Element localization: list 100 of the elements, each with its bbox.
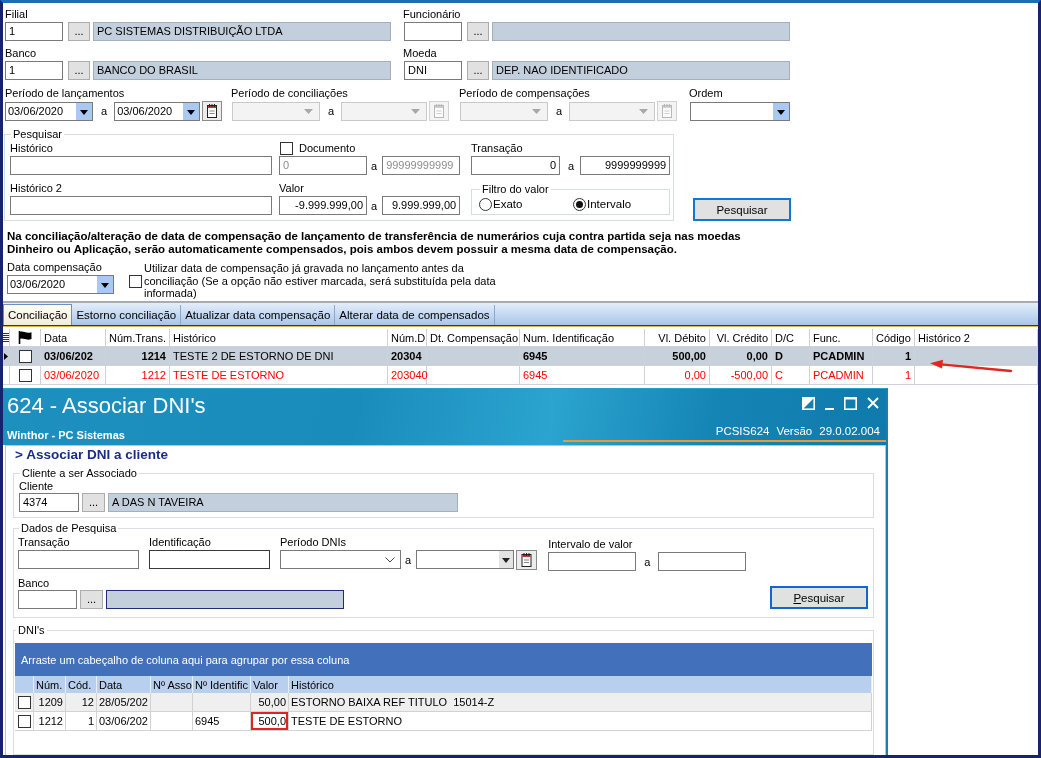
date-combo[interactable]: [280, 550, 401, 569]
checkbox[interactable]: [17, 695, 31, 709]
tab[interactable]: Alterar data de compensados: [335, 305, 495, 325]
chevron-down-icon[interactable]: [385, 556, 395, 563]
checkbox[interactable]: [17, 714, 31, 728]
lookup-button[interactable]: ...: [82, 493, 105, 512]
range-separator: a: [644, 555, 651, 568]
text-field[interactable]: 9999999999: [580, 156, 671, 175]
order-combo[interactable]: [690, 101, 790, 121]
row-indicator-icon: [4, 352, 8, 360]
checkbox[interactable]: [129, 275, 142, 288]
field-label: Período DNIs: [280, 535, 347, 549]
column-header[interactable]: Func.: [813, 331, 841, 344]
column-header[interactable]: Histórico: [173, 331, 216, 344]
column-header[interactable]: Vl. Crédito: [716, 331, 768, 344]
flag-icon[interactable]: [18, 331, 32, 344]
range-separator: a: [371, 199, 378, 212]
table-cell: 1214: [141, 350, 166, 362]
column-header[interactable]: Núm.D: [391, 331, 426, 344]
tab[interactable]: Atualizar data compensação: [181, 305, 336, 325]
code-field[interactable]: DNI: [404, 61, 462, 80]
lookup-button[interactable]: ...: [467, 22, 489, 41]
text-field[interactable]: [10, 196, 272, 215]
range-separator: a: [371, 159, 378, 172]
window-subtitle: Winthor - PC Sistemas: [7, 429, 125, 442]
table-cell: TESTE DE ESTORNO: [173, 369, 285, 381]
program-code: PCSIS624: [715, 425, 770, 438]
column-header[interactable]: Código: [876, 331, 911, 344]
table-cell: 6945: [523, 350, 548, 362]
version-label: Versão: [776, 425, 813, 438]
name-field: DEP. NAO IDENTIFICADO: [492, 61, 790, 80]
group-by-panel[interactable]: Arraste um cabeçalho de coluna aqui para agrupar por essa coluna: [15, 643, 872, 676]
table-row[interactable]: 1212 1 03/06/202 6945 500,0 TESTE DE ESTORNO: [15, 712, 872, 731]
tab[interactable]: Conciliação: [3, 304, 73, 325]
lookup-button[interactable]: ...: [68, 22, 90, 41]
checkbox[interactable]: [18, 349, 32, 363]
table-cell: 03/06/202: [44, 350, 93, 362]
column-header[interactable]: Núm.: [36, 678, 63, 691]
field-label: Valor: [279, 181, 304, 195]
column-header[interactable]: Nº Asso: [153, 678, 192, 691]
column-header[interactable]: Histórico 2: [918, 331, 970, 344]
text-field[interactable]: 0: [471, 156, 560, 175]
column-header[interactable]: Nº Identific: [195, 678, 248, 691]
code-field[interactable]: 1: [5, 22, 63, 41]
text-field[interactable]: -9.999.999,00: [279, 196, 367, 215]
column-header[interactable]: Num. Identificação: [523, 331, 615, 344]
date-combo[interactable]: 03/06/2020: [7, 275, 114, 294]
text-field[interactable]: 9.999.999,00: [382, 196, 461, 215]
lookup-button[interactable]: ...: [68, 61, 90, 80]
column-header[interactable]: Data: [44, 331, 68, 344]
code-field[interactable]: [18, 590, 77, 609]
column-header[interactable]: D/C: [775, 331, 794, 344]
table-row[interactable]: 1209 12 28/05/202 50,00 ESTORNO BAIXA REF TITULO 15014-Z: [15, 693, 872, 712]
lookup-button[interactable]: ...: [80, 590, 103, 609]
tab[interactable]: Estorno conciliação: [72, 305, 182, 325]
table-cell: 1: [904, 350, 911, 362]
column-header[interactable]: Núm.Trans.: [109, 331, 167, 344]
calendar-icon[interactable]: [202, 101, 223, 121]
field-label: Histórico 2: [10, 181, 62, 195]
code-field[interactable]: 1: [5, 61, 63, 80]
text-field[interactable]: [18, 550, 139, 569]
text-field[interactable]: [149, 550, 270, 569]
search-button[interactable]: Pesquisar: [693, 198, 791, 221]
lookup-button[interactable]: ...: [467, 61, 489, 80]
table-cell: PCADMIN: [813, 350, 865, 362]
column-header[interactable]: Data: [99, 678, 123, 691]
list-icon[interactable]: [3, 333, 9, 342]
column-header[interactable]: Vl. Débito: [658, 331, 706, 344]
split-square-icon[interactable]: [802, 397, 815, 410]
maximize-icon[interactable]: [844, 397, 857, 410]
table-cell: 6945: [523, 369, 548, 381]
text-field[interactable]: [548, 552, 637, 571]
text-field[interactable]: [658, 552, 747, 571]
radio-button[interactable]: [479, 197, 492, 211]
search-button[interactable]: Pesquisar: [770, 586, 868, 609]
table-cell: 20304: [391, 350, 422, 362]
date-combo[interactable]: 03/06/2020: [5, 101, 93, 121]
date-combo[interactable]: [416, 550, 515, 569]
checkbox[interactable]: [18, 368, 32, 382]
column-header[interactable]: Valor: [253, 678, 278, 691]
checkbox-label: Documento: [299, 141, 356, 155]
table-cell: 1212: [141, 369, 166, 381]
column-header[interactable]: Dt. Compensação: [430, 331, 519, 344]
column-header[interactable]: Cód.: [68, 678, 92, 691]
group-title: Cliente a ser Associado: [21, 466, 138, 480]
code-field[interactable]: 4374: [19, 493, 79, 512]
radio-button[interactable]: [573, 197, 586, 211]
date-combo[interactable]: 03/06/2020: [114, 101, 201, 121]
close-icon[interactable]: [867, 397, 879, 409]
section-heading: > Associar DNI a cliente: [15, 447, 168, 463]
column-header[interactable]: Histórico: [291, 678, 334, 691]
range-separator: a: [328, 104, 335, 118]
calendar-icon[interactable]: [516, 549, 538, 570]
code-field[interactable]: [404, 22, 462, 41]
table-cell: -500,00: [730, 369, 768, 381]
text-field[interactable]: [10, 156, 272, 175]
group-title: Pesquisar: [12, 127, 63, 141]
table-cell: 28/05/202: [99, 696, 148, 708]
field-label: Período de conciliações: [231, 86, 348, 100]
table-row[interactable]: 03/06/2020 1212 TESTE DE ESTORNO 203040 6945 0,00 -500,00 C PCADMIN 1: [3, 366, 1038, 385]
